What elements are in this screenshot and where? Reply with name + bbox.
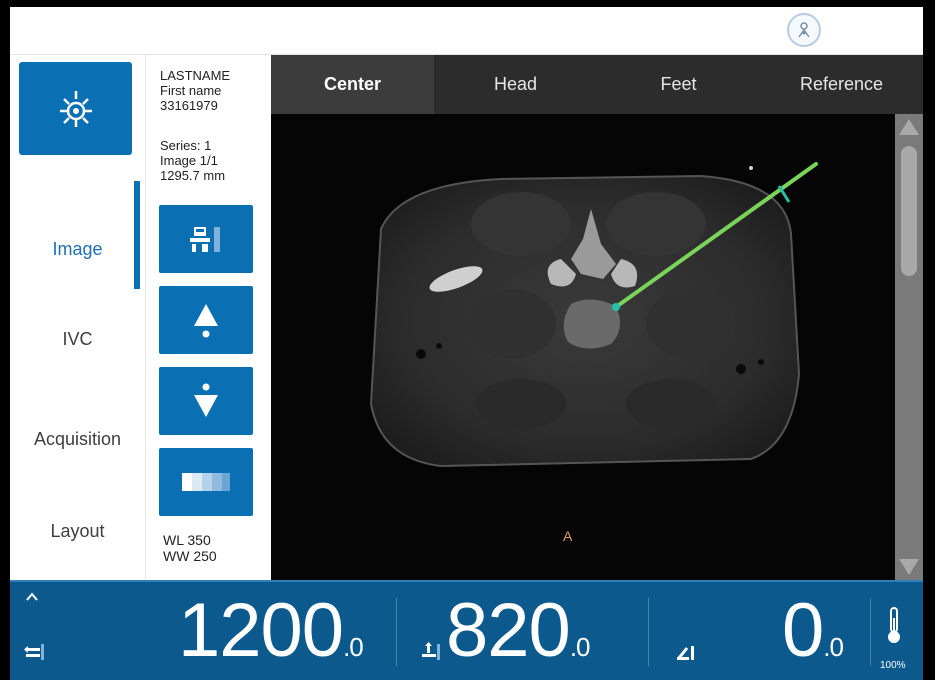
- nav-item-image[interactable]: Image: [10, 239, 145, 260]
- view-tabs: Center Head Feet Reference: [271, 55, 923, 114]
- info-tools-column: LASTNAME First name 33161979 Series: 1 I…: [145, 55, 271, 580]
- scroll-thumb[interactable]: [901, 146, 917, 276]
- series-info: Series: 1 Image 1/1 1295.7 mm: [160, 138, 225, 183]
- nav-item-ivc[interactable]: IVC: [10, 329, 145, 350]
- longitudinal-position-dec: .0: [343, 632, 364, 662]
- scroll-down-icon[interactable]: [898, 557, 920, 577]
- patient-last-name: LASTNAME: [160, 68, 231, 83]
- application-screen: Image IVC Acquisition Layout LASTNAME Fi…: [10, 7, 923, 680]
- table-height-dec: .0: [569, 632, 591, 662]
- scroll-up-icon[interactable]: [898, 117, 920, 137]
- patient-id: 33161979: [160, 98, 218, 113]
- table-height-value: 820.0: [446, 588, 590, 680]
- gantry-tilt-dec: .0: [823, 632, 844, 662]
- left-navigation: Image IVC Acquisition Layout: [10, 55, 145, 580]
- image-scrollbar[interactable]: [895, 114, 923, 580]
- window-level: WL 350: [163, 532, 211, 548]
- ct-axial-slice: [369, 162, 818, 468]
- table-longitudinal-icon: [24, 644, 44, 660]
- tab-center[interactable]: Center: [271, 55, 434, 114]
- table-position-button[interactable]: [159, 205, 253, 273]
- xray-light-button[interactable]: [19, 62, 132, 155]
- gantry-tilt-value: 0.0: [782, 588, 844, 680]
- value-divider: [648, 598, 649, 666]
- window-level-values: WL 350 WW 250: [163, 532, 217, 564]
- longitudinal-position-value: 1200.0: [178, 588, 364, 680]
- nav-item-layout[interactable]: Layout: [10, 521, 145, 542]
- gantry-tilt-icon: [677, 646, 694, 660]
- orientation-label: A: [563, 528, 573, 544]
- series-number: Series: 1: [160, 138, 212, 153]
- move-up-button[interactable]: [159, 286, 253, 354]
- window-level-button[interactable]: [159, 448, 253, 516]
- image-viewer: Center Head Feet Reference A: [271, 55, 923, 580]
- bottom-status-bar: 1200.0 820.0 0.0 100%: [10, 580, 923, 680]
- patient-info: LASTNAME First name 33161979: [160, 68, 230, 113]
- value-divider: [870, 598, 871, 666]
- gantry-tilt-int: 0: [782, 588, 824, 673]
- temperature-percent: 100%: [880, 660, 906, 671]
- move-down-button[interactable]: [159, 367, 253, 435]
- tab-feet[interactable]: Feet: [597, 55, 760, 114]
- xray-light-icon: [59, 90, 92, 127]
- ct-image[interactable]: A: [271, 114, 895, 580]
- tab-reference[interactable]: Reference: [760, 55, 923, 114]
- patient-table-icon: [190, 227, 220, 252]
- patient-first-name: First name: [160, 83, 222, 98]
- thermometer-icon: [888, 607, 900, 643]
- patient-status-icon[interactable]: [787, 13, 821, 47]
- top-bar: [10, 7, 923, 55]
- table-height-icon: [422, 642, 440, 660]
- longitudinal-position-int: 1200: [178, 588, 344, 673]
- nav-active-indicator: [134, 181, 140, 289]
- arrow-down-icon: [194, 383, 218, 417]
- table-position: 1295.7 mm: [160, 168, 226, 183]
- value-divider: [396, 598, 397, 666]
- arrow-up-icon: [194, 304, 218, 338]
- contrast-gradient-icon: [182, 473, 230, 491]
- tab-head[interactable]: Head: [434, 55, 597, 114]
- window-width: WW 250: [163, 548, 217, 564]
- image-number: Image 1/1: [160, 153, 218, 168]
- table-height-int: 820: [446, 588, 571, 673]
- nav-item-acquisition[interactable]: Acquisition: [10, 429, 145, 450]
- chevron-up-icon[interactable]: [25, 590, 39, 604]
